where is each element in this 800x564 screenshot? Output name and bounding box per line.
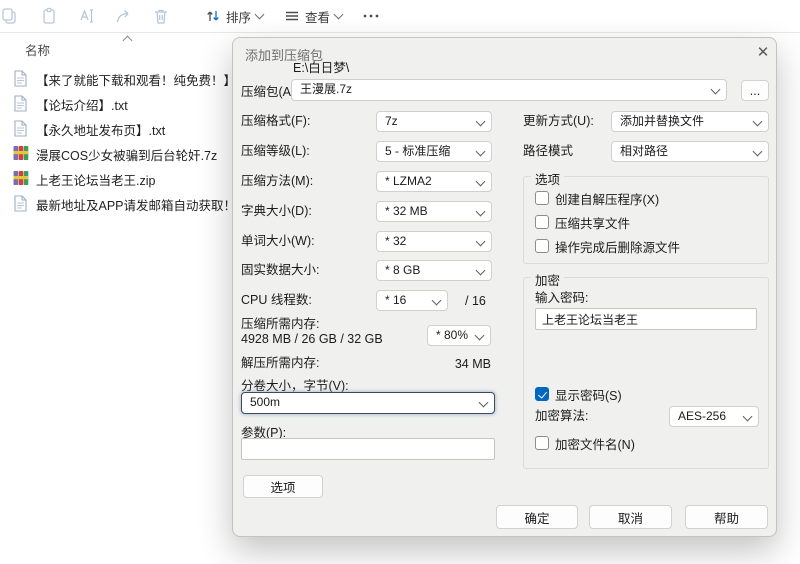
text-file-icon: [13, 195, 28, 217]
path-mode-label: 路径模式: [523, 141, 573, 162]
file-name: 漫展COS少女被骗到后台轮奸.7z: [36, 145, 217, 164]
view-icon: [284, 8, 300, 24]
solid-block-combobox[interactable]: * 8 GB: [376, 260, 492, 281]
more-icon: [362, 8, 380, 24]
file-name: 【论坛介绍】.txt: [36, 95, 128, 114]
show-password-checkbox[interactable]: [535, 387, 549, 401]
shared-files-checkbox[interactable]: [535, 215, 549, 229]
delete-after-checkbox-label: 操作完成后删除源文件: [555, 237, 680, 256]
view-button[interactable]: 查看: [284, 4, 342, 28]
show-password-label: 显示密码(S): [555, 385, 622, 404]
chevron-down-icon: [255, 10, 265, 20]
archive-dir-label: E:\白日梦\: [293, 58, 349, 79]
ok-button[interactable]: 确定: [496, 505, 578, 529]
word-size-combobox[interactable]: * 32: [376, 231, 492, 252]
level-combobox[interactable]: 5 - 标准压缩: [376, 141, 492, 162]
browse-button[interactable]: ...: [741, 80, 769, 101]
format-combobox[interactable]: 7z: [376, 111, 492, 132]
sort-label: 排序: [226, 7, 251, 26]
dictionary-combobox[interactable]: * 32 MB: [376, 201, 492, 222]
shared-files-checkbox-label: 压缩共享文件: [555, 213, 630, 232]
delete-after-option-row[interactable]: 操作完成后删除源文件: [535, 238, 680, 254]
cpu-threads-label: CPU 线程数:: [241, 290, 312, 311]
delete-icon[interactable]: [150, 5, 172, 27]
file-name: 【永久地址发布页】.txt: [36, 120, 165, 139]
sort-ascending-indicator: [123, 36, 133, 46]
solid-block-label: 固实数据大小:: [241, 260, 319, 281]
password-input[interactable]: [535, 308, 757, 330]
decompress-memory-label: 解压所需内存:: [241, 353, 319, 374]
help-button[interactable]: 帮助: [685, 505, 768, 529]
method-label: 压缩方法(M):: [241, 171, 313, 192]
encrypt-names-row[interactable]: 加密文件名(N): [535, 435, 635, 451]
options-button[interactable]: 选项: [243, 475, 323, 498]
explorer-toolbar: 排序 查看: [0, 0, 800, 33]
cancel-button[interactable]: 取消: [589, 505, 672, 529]
decompress-memory-value: 34 MB: [413, 357, 491, 371]
dictionary-label: 字典大小(D):: [241, 201, 312, 222]
cpu-threads-total: / 16: [465, 294, 486, 308]
update-mode-label: 更新方式(U):: [523, 111, 594, 132]
column-header-name[interactable]: 名称: [25, 40, 50, 59]
add-to-archive-dialog: 添加到压缩包 ✕ 压缩包(A) E:\白日梦\ 王漫展.7z ... 压缩格式(…: [232, 37, 777, 537]
archive-label: 压缩包(A): [241, 82, 295, 103]
archive-name-combobox[interactable]: 王漫展.7z: [291, 79, 727, 101]
winrar-archive-icon: [13, 145, 29, 166]
winrar-archive-icon: [13, 170, 29, 191]
cipher-combobox[interactable]: AES-256: [669, 406, 759, 427]
password-label: 输入密码:: [535, 288, 588, 309]
encryption-group-label: 加密: [531, 270, 564, 289]
cpu-threads-combobox[interactable]: * 16: [376, 290, 448, 311]
delete-after-checkbox[interactable]: [535, 239, 549, 253]
paste-icon[interactable]: [38, 5, 60, 27]
format-label: 压缩格式(F):: [241, 111, 310, 132]
sort-button[interactable]: 排序: [205, 4, 263, 28]
text-file-icon: [13, 70, 28, 92]
share-icon[interactable]: [113, 5, 135, 27]
sfx-checkbox-label: 创建自解压程序(X): [555, 189, 659, 208]
sfx-checkbox[interactable]: [535, 191, 549, 205]
level-label: 压缩等级(L):: [241, 141, 310, 162]
chevron-down-icon: [334, 10, 344, 20]
close-icon[interactable]: ✕: [751, 41, 775, 63]
memory-usage-combobox[interactable]: * 80%: [427, 325, 491, 346]
parameters-input[interactable]: [241, 438, 495, 460]
rename-icon[interactable]: [76, 5, 98, 27]
file-name: 上老王论坛当老王.zip: [36, 170, 155, 189]
split-volume-combobox[interactable]: 500m: [241, 392, 495, 414]
more-button[interactable]: [362, 4, 380, 28]
update-mode-combobox[interactable]: 添加并替换文件: [611, 111, 769, 132]
path-mode-combobox[interactable]: 相对路径: [611, 141, 769, 162]
word-size-label: 单词大小(W):: [241, 231, 315, 252]
sort-icon: [205, 8, 221, 24]
view-label: 查看: [305, 7, 330, 26]
sfx-option-row[interactable]: 创建自解压程序(X): [535, 190, 659, 206]
copy-icon[interactable]: [0, 5, 20, 27]
method-combobox[interactable]: * LZMA2: [376, 171, 492, 192]
shared-files-option-row[interactable]: 压缩共享文件: [535, 214, 630, 230]
encrypt-names-label: 加密文件名(N): [555, 434, 635, 453]
options-group-label: 选项: [531, 169, 564, 188]
text-file-icon: [13, 95, 28, 117]
show-password-row[interactable]: 显示密码(S): [535, 386, 622, 402]
text-file-icon: [13, 120, 28, 142]
file-name: 【来了就能下载和观看！纯免费！】.txt: [36, 70, 253, 89]
encrypt-names-checkbox[interactable]: [535, 436, 549, 450]
memory-usage-detail: 4928 MB / 26 GB / 32 GB: [241, 332, 383, 346]
cipher-label: 加密算法:: [535, 406, 588, 427]
